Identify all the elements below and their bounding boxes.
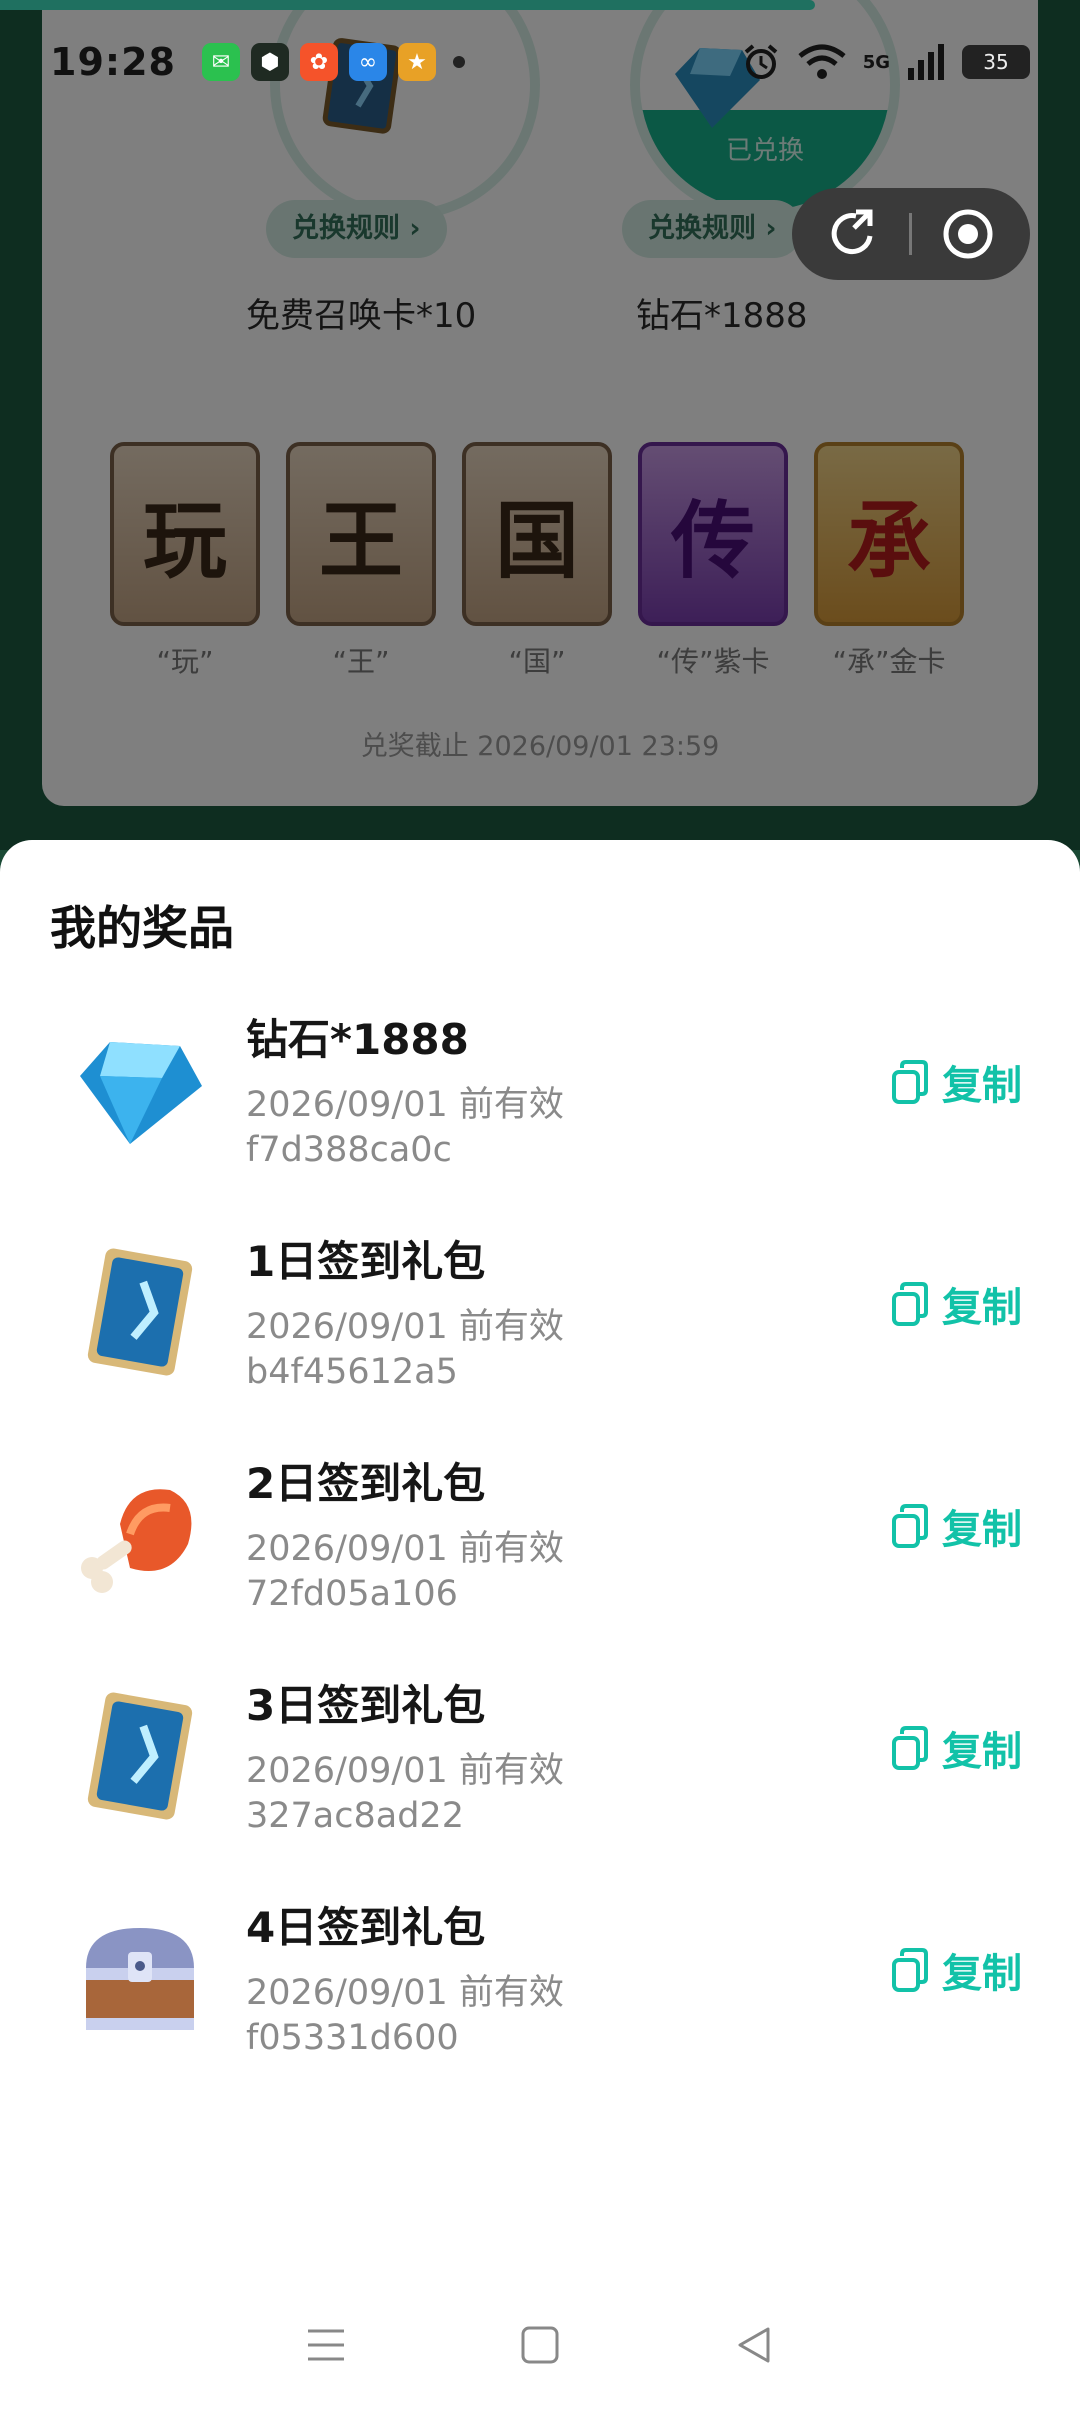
copy-button[interactable]: 复制: [890, 1718, 1022, 1778]
capsule-divider: [909, 213, 913, 255]
status-time: 19:28: [50, 40, 176, 84]
signal-icon: [908, 44, 944, 80]
copy-icon: [892, 1060, 928, 1104]
copy-icon: [892, 1504, 928, 1548]
my-prizes-sheet: 我的奖品 钻石*1888 2026/09/01 前有效 f7d388ca0c 复…: [0, 840, 1080, 2414]
prize-list-item: 3日签到礼包 2026/09/01 前有效 327ac8ad22 复制: [0, 1666, 1080, 1888]
prize-validity: 2026/09/01 前有效: [246, 1085, 564, 1125]
copy-label: 复制: [942, 1507, 1022, 1553]
copy-icon: [892, 1282, 928, 1326]
summon-card-icon: [87, 1248, 193, 1376]
copy-button[interactable]: 复制: [890, 1052, 1022, 1112]
copy-label: 复制: [942, 1285, 1022, 1331]
copy-label: 复制: [942, 1729, 1022, 1775]
meat-icon: [81, 1489, 192, 1593]
copy-icon: [892, 1726, 928, 1770]
copy-label: 复制: [942, 1951, 1022, 1997]
battery-icon: 35: [962, 45, 1030, 79]
prize-list-item: 4日签到礼包 2026/09/01 前有效 f05331d600 复制: [0, 1888, 1080, 2110]
prize-code: f7d388ca0c: [246, 1130, 452, 1170]
wechat-icon: ✉: [201, 43, 240, 81]
app-grid-icon: ✿: [299, 43, 338, 81]
prize-validity: 2026/09/01 前有效: [246, 1973, 564, 2013]
network-type: 5G: [862, 51, 890, 73]
prize-name: 钻石*1888: [246, 1015, 469, 1064]
prize-name: 1日签到礼包: [246, 1237, 486, 1286]
prize-list-item: 2日签到礼包 2026/09/01 前有效 72fd05a106 复制: [0, 1444, 1080, 1666]
back-icon[interactable]: [732, 2323, 776, 2367]
prize-list-item: 1日签到礼包 2026/09/01 前有效 b4f45612a5 复制: [0, 1222, 1080, 1444]
more-notifications-icon: [452, 56, 465, 68]
prize-name: 2日签到礼包: [246, 1459, 486, 1508]
prize-name: 3日签到礼包: [246, 1681, 486, 1730]
cloud-app-icon: ∞: [348, 43, 387, 81]
miniprogram-capsule: [792, 188, 1030, 280]
prize-validity: 2026/09/01 前有效: [246, 1529, 564, 1569]
diamond-icon: [80, 1042, 202, 1144]
wifi-icon: [798, 44, 846, 79]
shield-app-icon: ⬢: [250, 43, 289, 81]
close-miniprogram-icon[interactable]: [940, 206, 996, 262]
prize-list-item: 钻石*1888 2026/09/01 前有效 f7d388ca0c 复制: [0, 1000, 1080, 1222]
game-app-icon: ★: [397, 43, 436, 81]
copy-button[interactable]: 复制: [890, 1274, 1022, 1334]
prize-code: 72fd05a106: [246, 1574, 458, 1614]
alarm-icon: [744, 44, 777, 79]
copy-button[interactable]: 复制: [890, 1940, 1022, 2000]
system-nav-bar: [0, 2290, 1080, 2400]
treasure-chest-icon: [86, 1928, 194, 2030]
home-icon[interactable]: [518, 2323, 562, 2367]
prize-code: b4f45612a5: [246, 1352, 458, 1392]
prize-validity: 2026/09/01 前有效: [246, 1751, 564, 1791]
prize-code: 327ac8ad22: [246, 1796, 464, 1836]
prize-name: 4日签到礼包: [246, 1903, 486, 1952]
prize-validity: 2026/09/01 前有效: [246, 1307, 564, 1347]
copy-label: 复制: [942, 1063, 1022, 1109]
sheet-title: 我的奖品: [50, 901, 234, 955]
copy-button[interactable]: 复制: [890, 1496, 1022, 1556]
copy-icon: [892, 1948, 928, 1992]
summon-card-icon: [87, 1692, 193, 1820]
prize-code: f05331d600: [246, 2018, 459, 2058]
modal-dim-overlay[interactable]: [0, 0, 1080, 850]
menu-icon[interactable]: [304, 2325, 348, 2365]
share-icon[interactable]: [826, 206, 882, 262]
status-bar: 19:28 ✉ ⬢ ✿ ∞ ★ 5G 35: [0, 30, 1080, 94]
